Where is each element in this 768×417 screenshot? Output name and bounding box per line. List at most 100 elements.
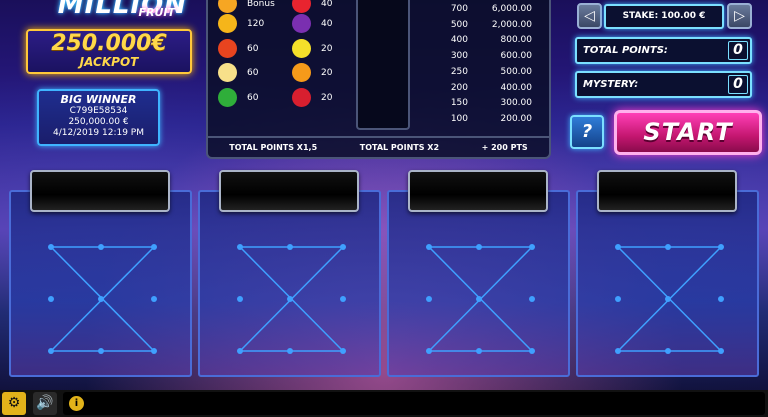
big-winner-datetime: 4/12/2019 12:19 PM: [53, 128, 144, 138]
paytable-divider: [356, 0, 410, 130]
mystery-box: MYSTERY: 0: [575, 71, 752, 98]
card-dot: [529, 296, 535, 302]
card-dot: [237, 244, 243, 250]
card-dot: [48, 348, 54, 354]
card-dot: [615, 296, 621, 302]
plum-icon: [292, 14, 311, 33]
game-logo: MILLION FRUIT: [0, 0, 195, 24]
card-dot: [98, 348, 104, 354]
chevron-right-icon: ▷: [734, 8, 745, 24]
card-line-pattern: [615, 244, 724, 354]
paytable-prize: 200.00: [500, 113, 533, 124]
card-dot: [665, 348, 671, 354]
paytable-row-left: 60: [218, 88, 287, 107]
speaker-icon: 🔊: [36, 395, 54, 411]
card-dot: [665, 296, 671, 302]
paytable-prize: 300.00: [500, 98, 533, 109]
scratch-card-3[interactable]: [387, 190, 570, 377]
paytable-value: 120: [247, 18, 265, 29]
card-dot: [48, 296, 54, 302]
seven-icon: [218, 39, 237, 58]
paytable-value: 60: [247, 92, 259, 103]
card-dot: [151, 348, 157, 354]
card-dot: [98, 296, 104, 302]
card-dot: [476, 244, 482, 250]
paytable-row-left: Bonus: [218, 0, 287, 13]
jackpot-panel: 250.000€ JACKPOT: [26, 29, 192, 74]
card-dot: [476, 348, 482, 354]
info-bar: i: [63, 392, 765, 415]
card-dot: [287, 296, 293, 302]
paytable-row-right: 20: [292, 88, 332, 107]
card-label-4: [597, 170, 737, 212]
paytable-value: 60: [247, 67, 259, 78]
coin-icon: [218, 0, 237, 13]
scratch-card-1[interactable]: [9, 190, 192, 377]
paytable-points: 300: [450, 51, 468, 62]
card-dot: [48, 244, 54, 250]
start-button[interactable]: START: [614, 110, 762, 155]
help-button[interactable]: ?: [570, 115, 604, 149]
sound-button[interactable]: 🔊: [33, 392, 57, 415]
card-dot: [529, 244, 535, 250]
stake-decrease-button[interactable]: ◁: [577, 3, 602, 29]
card-dot: [340, 244, 346, 250]
star-icon: [218, 63, 237, 82]
big-winner-id: C799E58534: [69, 106, 128, 116]
card-dot: [665, 244, 671, 250]
paytable-prize: 2,000.00: [491, 19, 532, 30]
big-winner-title: BIG WINNER: [60, 93, 137, 106]
paytable-row-right: 40: [292, 14, 332, 33]
paytable-value: 60: [247, 43, 259, 54]
card-dot: [237, 296, 243, 302]
scratch-card-4[interactable]: [576, 190, 759, 377]
paytable-points: 200: [450, 82, 468, 93]
lemon-icon: [292, 39, 311, 58]
question-icon: ?: [581, 121, 593, 142]
paytable-prize: 800.00: [500, 35, 533, 46]
card-dot: [718, 296, 724, 302]
card-dot: [426, 296, 432, 302]
bell-icon: [218, 14, 237, 33]
settings-button[interactable]: ⚙: [2, 392, 26, 415]
card-dot: [340, 348, 346, 354]
card-dot: [426, 348, 432, 354]
paytable-row-right: 20: [292, 39, 332, 58]
start-label: START: [643, 118, 733, 146]
paytable-row-left: 60: [218, 63, 287, 82]
paytable-points: 150: [450, 98, 468, 109]
paytable-prize: 400.00: [500, 82, 533, 93]
card-dot: [718, 244, 724, 250]
card-dot: [615, 348, 621, 354]
card-dot: [287, 348, 293, 354]
stake-label: STAKE: 100.00 €: [622, 11, 706, 21]
paytable-row-right: 40: [292, 0, 332, 13]
paytable-prize: 6,000.00: [491, 4, 532, 14]
big-winner-amount: 250,000.00 €: [68, 117, 129, 127]
paytable-prize: 600.00: [500, 51, 533, 62]
paytable-row-left: 60: [218, 39, 287, 58]
card-label-3: [408, 170, 548, 212]
big-winner-panel: BIG WINNER C799E58534 250,000.00 € 4/12/…: [37, 89, 160, 146]
scratch-card-2[interactable]: [198, 190, 381, 377]
paytable-value: 20: [321, 43, 333, 54]
card-dot: [529, 348, 535, 354]
paytable-panel: TOTAL POINTS X1,5 TOTAL POINTS X2 + 200 …: [206, 0, 551, 159]
card-label-1: [30, 170, 170, 212]
paytable-value: 40: [321, 18, 333, 29]
paytable-points: 500: [450, 19, 468, 30]
paytable-points: 250: [450, 66, 468, 77]
jackpot-label: JACKPOT: [79, 55, 139, 69]
paytable-prize: 500.00: [500, 66, 533, 77]
logo-subtitle: FRUIT: [138, 6, 175, 19]
watermelon-icon: [218, 88, 237, 107]
jackpot-amount: 250.000€: [51, 31, 167, 56]
card-dot: [615, 244, 621, 250]
bottom-toolbar: ⚙ 🔊 i: [0, 390, 768, 417]
multiplier-plus200: + 200 PTS: [481, 143, 528, 152]
stake-increase-button[interactable]: ▷: [727, 3, 752, 29]
total-points-box: TOTAL POINTS: 0: [575, 37, 752, 64]
info-icon[interactable]: i: [69, 396, 84, 411]
card-label-2: [219, 170, 359, 212]
multiplier-x15: TOTAL POINTS X1,5: [229, 143, 318, 152]
